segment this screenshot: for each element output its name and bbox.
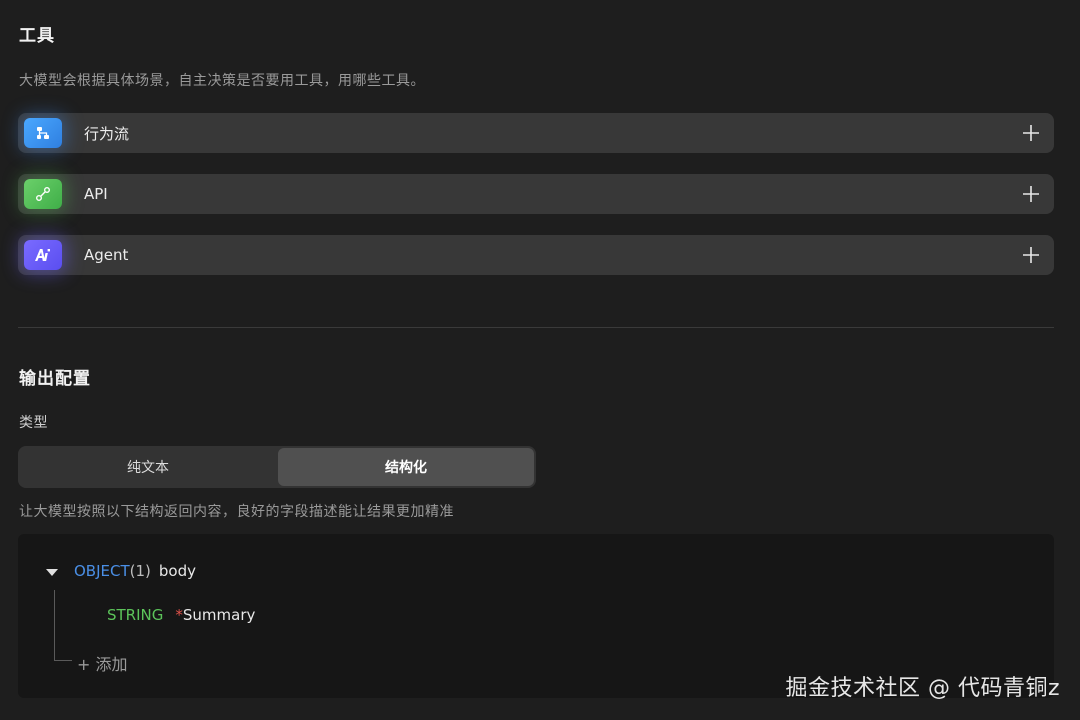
tool-row-agent[interactable]: Agent	[18, 235, 1054, 275]
structure-hint: 让大模型按照以下结构返回内容，良好的字段描述能让结果更加精准	[19, 504, 454, 520]
tree-line	[54, 590, 55, 660]
add-field-button[interactable]: + 添加	[77, 651, 128, 675]
output-section-title: 输出配置	[19, 369, 91, 389]
ai-icon	[24, 240, 62, 270]
field-type: STRING	[107, 606, 164, 624]
root-name: body	[158, 562, 196, 580]
tool-label-api: API	[84, 185, 108, 203]
tool-label-agent: Agent	[84, 246, 129, 264]
workflow-icon	[24, 118, 62, 148]
plus-icon[interactable]	[1020, 183, 1042, 205]
plus-icon[interactable]	[1020, 244, 1042, 266]
tool-row-api[interactable]: API	[18, 174, 1054, 214]
section-divider	[18, 327, 1054, 328]
schema-root-row[interactable]: OBJECT (1) body	[46, 562, 196, 580]
tools-description: 大模型会根据具体场景，自主决策是否要用工具，用哪些工具。	[19, 73, 425, 89]
page: 工具 大模型会根据具体场景，自主决策是否要用工具，用哪些工具。 行为流 API	[0, 0, 1080, 720]
plus-icon[interactable]	[1020, 122, 1042, 144]
required-mark: *	[175, 606, 183, 624]
caret-down-icon[interactable]	[46, 569, 58, 576]
root-count: (1)	[129, 562, 151, 580]
option-structured[interactable]: 结构化	[278, 448, 534, 486]
root-type: OBJECT	[74, 562, 130, 580]
field-name: Summary	[182, 606, 256, 624]
tools-section-title: 工具	[19, 26, 55, 46]
option-plain-text[interactable]: 纯文本	[20, 448, 276, 486]
type-label: 类型	[19, 415, 48, 431]
output-type-toggle: 纯文本 结构化	[18, 446, 536, 488]
tree-line	[54, 660, 72, 661]
link-icon	[24, 179, 62, 209]
watermark: 掘金技术社区 @ 代码青铜z	[785, 676, 1060, 701]
tool-row-workflow[interactable]: 行为流	[18, 113, 1054, 153]
tool-label-workflow: 行为流	[84, 124, 130, 143]
schema-field-row[interactable]: STRING * Summary	[107, 606, 255, 624]
